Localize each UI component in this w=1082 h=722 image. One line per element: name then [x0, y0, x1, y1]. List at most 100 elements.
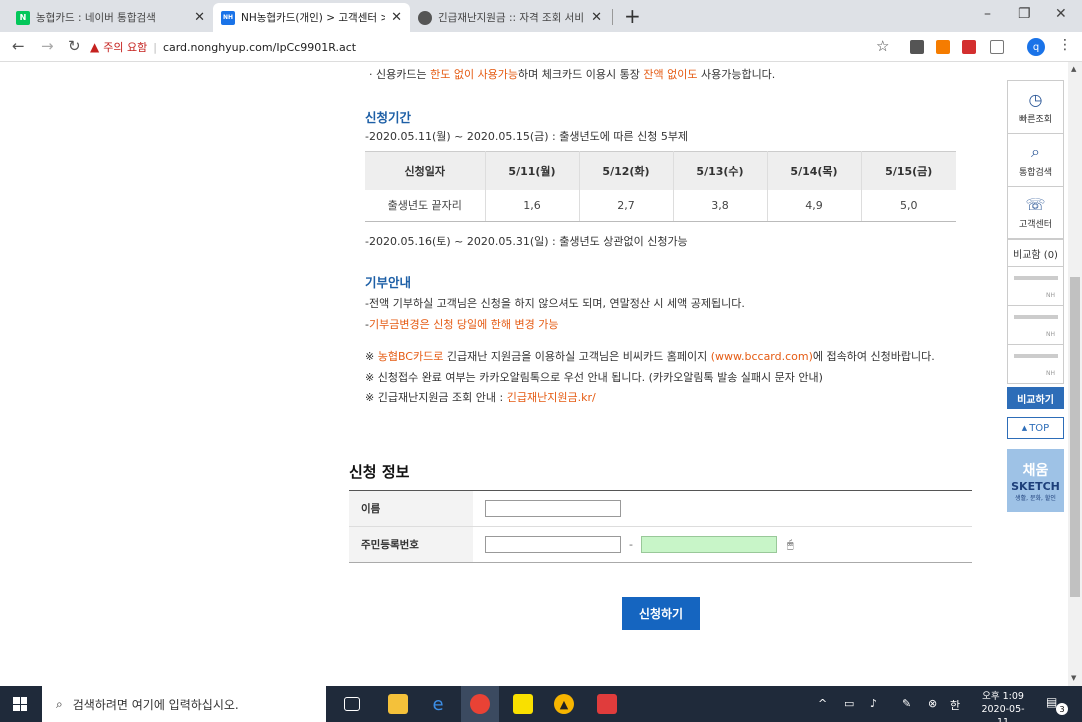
compare-box-label: 비교함 (0) [1007, 239, 1064, 267]
compare-slot[interactable]: NH [1007, 306, 1064, 345]
naver-favicon-icon: N [16, 10, 30, 25]
rrn-field-cell: - 🖱 [473, 527, 972, 562]
scroll-top-button[interactable]: ▲ TOP [1007, 417, 1064, 439]
windows-start-button[interactable] [0, 686, 40, 722]
app-triangle-icon[interactable]: ▲ [554, 694, 574, 714]
form-row-name: 이름 [349, 491, 972, 527]
tab-naver-search[interactable]: N 농협카드 : 네이버 통합검색 ✕ [8, 3, 213, 32]
windows-taskbar: ⌕ 검색하려면 여기에 입력하십시오. e ▲ ^ ▭ ♪ ✎ ⊗ 한 오후 1… [0, 686, 1082, 722]
url-field[interactable]: ▲ 주의 요함 | card.nonghyup.com/IpCc9901R.ac… [90, 36, 900, 58]
task-view-icon[interactable] [344, 697, 360, 711]
table-header-row: 신청일자 5/11(월) 5/12(화) 5/13(수) 5/14(목) 5/1… [365, 151, 956, 190]
volume-icon[interactable]: ♪ [870, 697, 877, 710]
kakaotalk-icon[interactable] [513, 694, 533, 714]
address-bar: ← → ↻ ▲ 주의 요함 | card.nonghyup.com/IpCc99… [0, 32, 1082, 62]
table-cell: 2,7 [579, 189, 674, 222]
quick-item-label: 통합검색 [1018, 168, 1053, 178]
close-window-icon[interactable]: ✕ [1055, 6, 1067, 22]
compare-button[interactable]: 비교하기 [1007, 387, 1064, 409]
close-icon[interactable]: ✕ [194, 10, 205, 25]
name-input[interactable] [485, 500, 621, 517]
cast-icon[interactable] [990, 40, 1004, 54]
minimize-icon[interactable]: – [984, 6, 991, 22]
bookmark-star-icon[interactable]: ☆ [876, 37, 889, 55]
taskbar-search-box[interactable]: ⌕ 검색하려면 여기에 입력하십시오. [42, 686, 326, 722]
back-arrow-icon[interactable]: ← [12, 37, 25, 55]
submit-application-button[interactable]: 신청하기 [622, 597, 700, 630]
pen-icon[interactable]: ✎ [902, 697, 911, 710]
lookup-link[interactable]: 긴급재난지원금.kr/ [507, 391, 596, 404]
table-header: 5/14(목) [767, 151, 862, 190]
profile-avatar[interactable]: q [1027, 38, 1045, 56]
ime-indicator[interactable]: 한 [950, 697, 960, 713]
file-explorer-icon[interactable] [388, 694, 408, 714]
application-form: 이름 주민등록번호 - 🖱 [349, 490, 972, 563]
status-x-icon[interactable]: ⊗ [928, 697, 937, 710]
clock-icon: ◷ [1028, 89, 1043, 109]
extension-icon[interactable] [936, 40, 950, 54]
search-icon: ⌕ [56, 696, 63, 711]
tab-nh-card[interactable]: NH NH농협카드(개인) > 고객센터 > ㅈ ✕ [213, 3, 410, 32]
close-icon[interactable]: ✕ [591, 10, 602, 25]
clock-time: 오후 1:09 [982, 691, 1024, 702]
warning-icon: ▲ [90, 40, 100, 54]
highlight-text: 잔액 없이도 [643, 68, 698, 81]
url-text: card.nonghyup.com/IpCc9901R.act [162, 40, 357, 54]
donation-title: 기부안내 [365, 275, 412, 290]
reload-icon[interactable]: ↻ [68, 37, 81, 55]
bccard-link[interactable]: (www.bccard.com) [711, 350, 813, 363]
virtual-keypad-mouse-icon[interactable]: 🖱 [787, 538, 794, 552]
new-tab-button[interactable]: + [624, 4, 641, 28]
scroll-thumb[interactable] [1070, 277, 1080, 597]
rrn-back-input[interactable] [640, 536, 777, 553]
compare-slot[interactable]: NH [1007, 345, 1064, 384]
internet-explorer-icon[interactable]: e [428, 694, 448, 715]
page-scrollbar[interactable]: ▲ ▼ [1068, 62, 1082, 686]
period-line-2: -2020.05.16(토) ~ 2020.05.31(일) : 출생년도 상관… [365, 235, 688, 248]
quick-item-fast-lookup[interactable]: ◷ 빠른조회 [1007, 80, 1064, 133]
search-icon: ⌕ [1031, 142, 1040, 161]
banner-line-1: 채움 [1022, 462, 1049, 479]
quick-item-customer-center[interactable]: ☏ 고객센터 [1007, 186, 1064, 239]
scroll-up-arrow-icon[interactable]: ▲ [1071, 65, 1076, 73]
chaeum-sketch-banner[interactable]: 채움 SKETCH 생활, 문화, 할인 [1007, 449, 1064, 512]
table-header: 5/12(화) [579, 151, 674, 190]
forward-arrow-icon[interactable]: → [41, 37, 54, 55]
security-warning-label: 주의 요함 [103, 41, 148, 54]
top-note: · 신용카드는 한도 없이 사용가능하며 체크카드 이용시 통장 잔액 없이도 … [369, 66, 775, 82]
notification-center-icon[interactable]: ▤ 3 [1046, 695, 1068, 715]
rrn-dash: - [629, 538, 633, 551]
network-icon[interactable]: ▭ [844, 697, 854, 710]
menu-kebab-icon[interactable]: ⋮ [1058, 37, 1072, 53]
taskbar-search-placeholder: 검색하려면 여기에 입력하십시오. [72, 697, 239, 712]
pdf-extension-icon[interactable] [962, 40, 976, 54]
tray-expand-icon[interactable]: ^ [818, 697, 827, 710]
maximize-icon[interactable]: ❐ [1018, 6, 1031, 22]
extension-icon[interactable] [910, 40, 924, 54]
taskbar-clock[interactable]: 오후 1:09 2020-05-11 [978, 690, 1028, 722]
tab-separator [612, 9, 613, 25]
table-header: 5/13(수) [673, 151, 768, 190]
notification-count: 3 [1056, 703, 1068, 715]
nh-logo-text: NH [1046, 292, 1055, 299]
table-header: 5/15(금) [861, 151, 956, 190]
nh-logo-text: NH [1046, 370, 1055, 377]
form-row-rrn: 주민등록번호 - 🖱 [349, 527, 972, 563]
quick-item-search[interactable]: ⌕ 통합검색 [1007, 133, 1064, 186]
close-icon[interactable]: ✕ [391, 10, 402, 25]
app-notes-icon[interactable] [597, 694, 617, 714]
banner-line-2: SKETCH [1011, 479, 1060, 493]
quick-side-panel: ◷ 빠른조회 ⌕ 통합검색 ☏ 고객센터 비교함 (0) NH NH NH 비교… [1007, 80, 1064, 512]
text: 하며 체크카드 이용시 통장 [518, 68, 644, 81]
caret-up-icon: ▲ [1021, 424, 1028, 432]
tab-disaster-fund[interactable]: 긴급재난지원금 :: 자격 조회 서비 ✕ [410, 3, 610, 32]
scroll-down-arrow-icon[interactable]: ▼ [1071, 674, 1076, 682]
text: ※ [365, 350, 378, 363]
tab-title: 긴급재난지원금 :: 자격 조회 서비 [438, 12, 585, 24]
compare-slot[interactable]: NH [1007, 267, 1064, 306]
text: 긴급재난 지원금을 이용하실 고객님은 비씨카드 홈페이지 [443, 350, 711, 363]
chrome-icon[interactable] [470, 694, 490, 714]
text: 에 접속하여 신청바랍니다. [812, 350, 935, 363]
rrn-front-input[interactable] [485, 536, 621, 553]
top-label: TOP [1029, 422, 1050, 434]
